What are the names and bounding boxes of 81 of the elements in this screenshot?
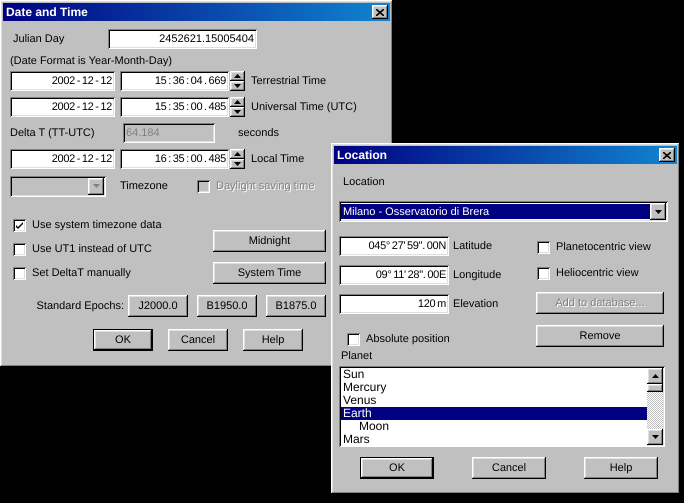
down-arrow-icon	[654, 210, 662, 214]
up-arrow-icon	[234, 100, 241, 104]
coordinate-field[interactable]: 120 m	[339, 294, 449, 314]
window-title: Date and Time	[6, 5, 88, 19]
coordinate-field[interactable]: 09° 11' 28". 00E	[339, 265, 449, 285]
spin-up-button[interactable]	[230, 97, 245, 107]
spin-down-button[interactable]	[230, 81, 245, 91]
field-label: Elevation	[453, 298, 498, 310]
spin-down-button[interactable]	[230, 107, 245, 117]
time-field[interactable]: 15 : 35 : 00 . 485	[120, 97, 229, 117]
planet-item[interactable]: Earth	[341, 407, 647, 420]
dialog-button[interactable]: OK	[360, 457, 434, 479]
field-label: Delta T (TT-UTC)	[10, 127, 96, 139]
scroll-thumb[interactable]	[647, 384, 663, 392]
planet-item[interactable]: Mars	[341, 433, 647, 446]
field-label: Terrestrial Time	[251, 75, 326, 87]
action-button[interactable]: Midnight	[213, 230, 326, 252]
field-label: Julian Day	[12, 33, 66, 45]
time-field[interactable]: 16 : 35 : 00 . 485	[120, 149, 229, 169]
check-icon	[16, 222, 23, 228]
checkbox[interactable]	[13, 266, 26, 280]
unit-label: seconds	[238, 127, 279, 139]
checkbox-label: Planetocentric view	[556, 241, 651, 253]
dialog-button[interactable]: Cancel	[168, 329, 228, 351]
spin-up-button[interactable]	[230, 149, 245, 159]
checkbox-label: Use UT1 instead of UTC	[32, 243, 152, 255]
checkbox[interactable]	[537, 266, 550, 280]
dialog-button[interactable]: OK	[93, 329, 153, 351]
checkbox[interactable]	[347, 332, 360, 346]
checkbox-label: Daylight saving time	[216, 180, 314, 192]
field-label: Longitude	[453, 269, 502, 281]
down-arrow-icon	[234, 110, 241, 114]
up-arrow-icon	[234, 74, 241, 78]
section-label: Location	[342, 176, 385, 188]
window-title: Location	[337, 148, 387, 162]
dialog-button[interactable]: Help	[243, 329, 303, 351]
field-label: Timezone	[120, 180, 169, 192]
checkbox-label: Use system timezone data	[32, 219, 162, 231]
action-button[interactable]: System Time	[213, 262, 326, 284]
up-arrow-icon	[652, 374, 658, 378]
section-label: Planet	[340, 350, 372, 362]
spin-down-button[interactable]	[230, 159, 245, 169]
dropdown-button[interactable]	[650, 203, 666, 220]
checkbox-label: Absolute position	[366, 333, 450, 345]
checkbox[interactable]	[13, 242, 26, 256]
date-field[interactable]: 2002 - 12 - 12	[10, 97, 115, 117]
checkbox-label: Heliocentric view	[556, 267, 639, 279]
scroll-down-button[interactable]	[647, 429, 663, 445]
field-label: Universal Time (UTC)	[251, 101, 357, 113]
epoch-button[interactable]: B1950.0	[197, 295, 257, 317]
checkbox[interactable]	[537, 240, 550, 254]
time-field[interactable]: 15 : 36 : 04 . 669	[120, 71, 229, 91]
remove-button[interactable]: Remove	[536, 325, 664, 347]
checkbox[interactable]	[13, 218, 26, 232]
scrollbar[interactable]	[647, 368, 663, 445]
down-arrow-icon	[92, 184, 100, 188]
close-button[interactable]	[659, 148, 675, 162]
down-arrow-icon	[234, 84, 241, 88]
julian-day-field[interactable]: 2452621.15005404	[108, 29, 257, 49]
down-arrow-icon	[652, 435, 658, 439]
format-note: (Date Format is Year-Month-Day)	[10, 55, 172, 67]
down-arrow-icon	[234, 162, 241, 166]
location-dropdown[interactable]: Milano - Osservatorio di Brera	[339, 201, 668, 222]
date-field[interactable]: 2002 - 12 - 12	[10, 71, 115, 91]
field-label: Local Time	[251, 153, 304, 165]
close-icon	[376, 8, 384, 16]
spin-up-button[interactable]	[230, 71, 245, 81]
scroll-up-button[interactable]	[647, 368, 663, 384]
checkbox-label: Set DeltaT manually	[32, 267, 131, 279]
field-label: Latitude	[453, 240, 492, 252]
close-button[interactable]	[372, 5, 388, 19]
up-arrow-icon	[234, 152, 241, 156]
epoch-button[interactable]: J2000.0	[128, 295, 188, 317]
epochs-label: Standard Epochs:	[36, 300, 124, 312]
close-icon	[663, 152, 671, 158]
date-field[interactable]: 2002 - 12 - 12	[10, 149, 115, 169]
dialog-button[interactable]: Cancel	[472, 457, 546, 479]
coordinate-field[interactable]: 045° 27' 59". 00N	[339, 236, 449, 256]
dropdown-value: Milano - Osservatorio di Brera	[341, 204, 650, 219]
dialog-button[interactable]: Help	[584, 457, 658, 479]
epoch-button[interactable]: B1875.0	[266, 295, 326, 317]
